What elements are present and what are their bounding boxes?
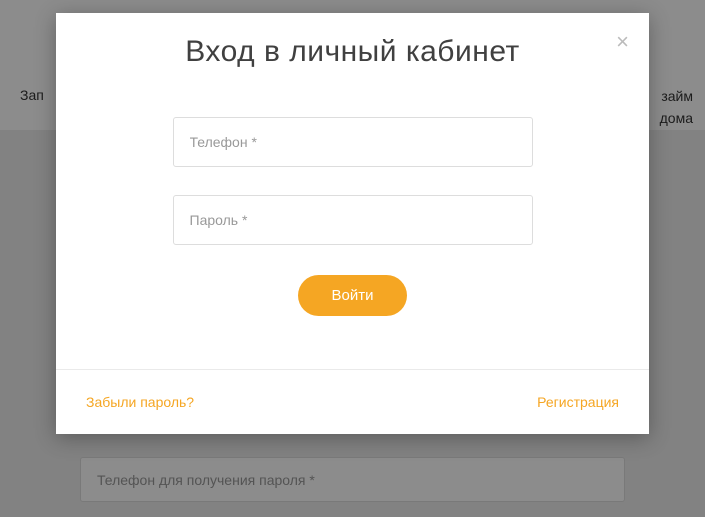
close-icon[interactable]: × (616, 31, 629, 53)
phone-input[interactable] (173, 117, 533, 167)
login-button[interactable]: Войти (298, 275, 408, 316)
modal-footer: Забыли пароль? Регистрация (56, 370, 649, 434)
modal-title: Вход в личный кабинет (86, 35, 619, 69)
password-input[interactable] (173, 195, 533, 245)
forgot-password-link[interactable]: Забыли пароль? (86, 394, 194, 410)
login-modal: Вход в личный кабинет × Войти Забыли пар… (56, 13, 649, 434)
modal-header: Вход в личный кабинет × (56, 13, 649, 87)
modal-body: Войти (56, 87, 649, 370)
register-link[interactable]: Регистрация (537, 394, 619, 410)
